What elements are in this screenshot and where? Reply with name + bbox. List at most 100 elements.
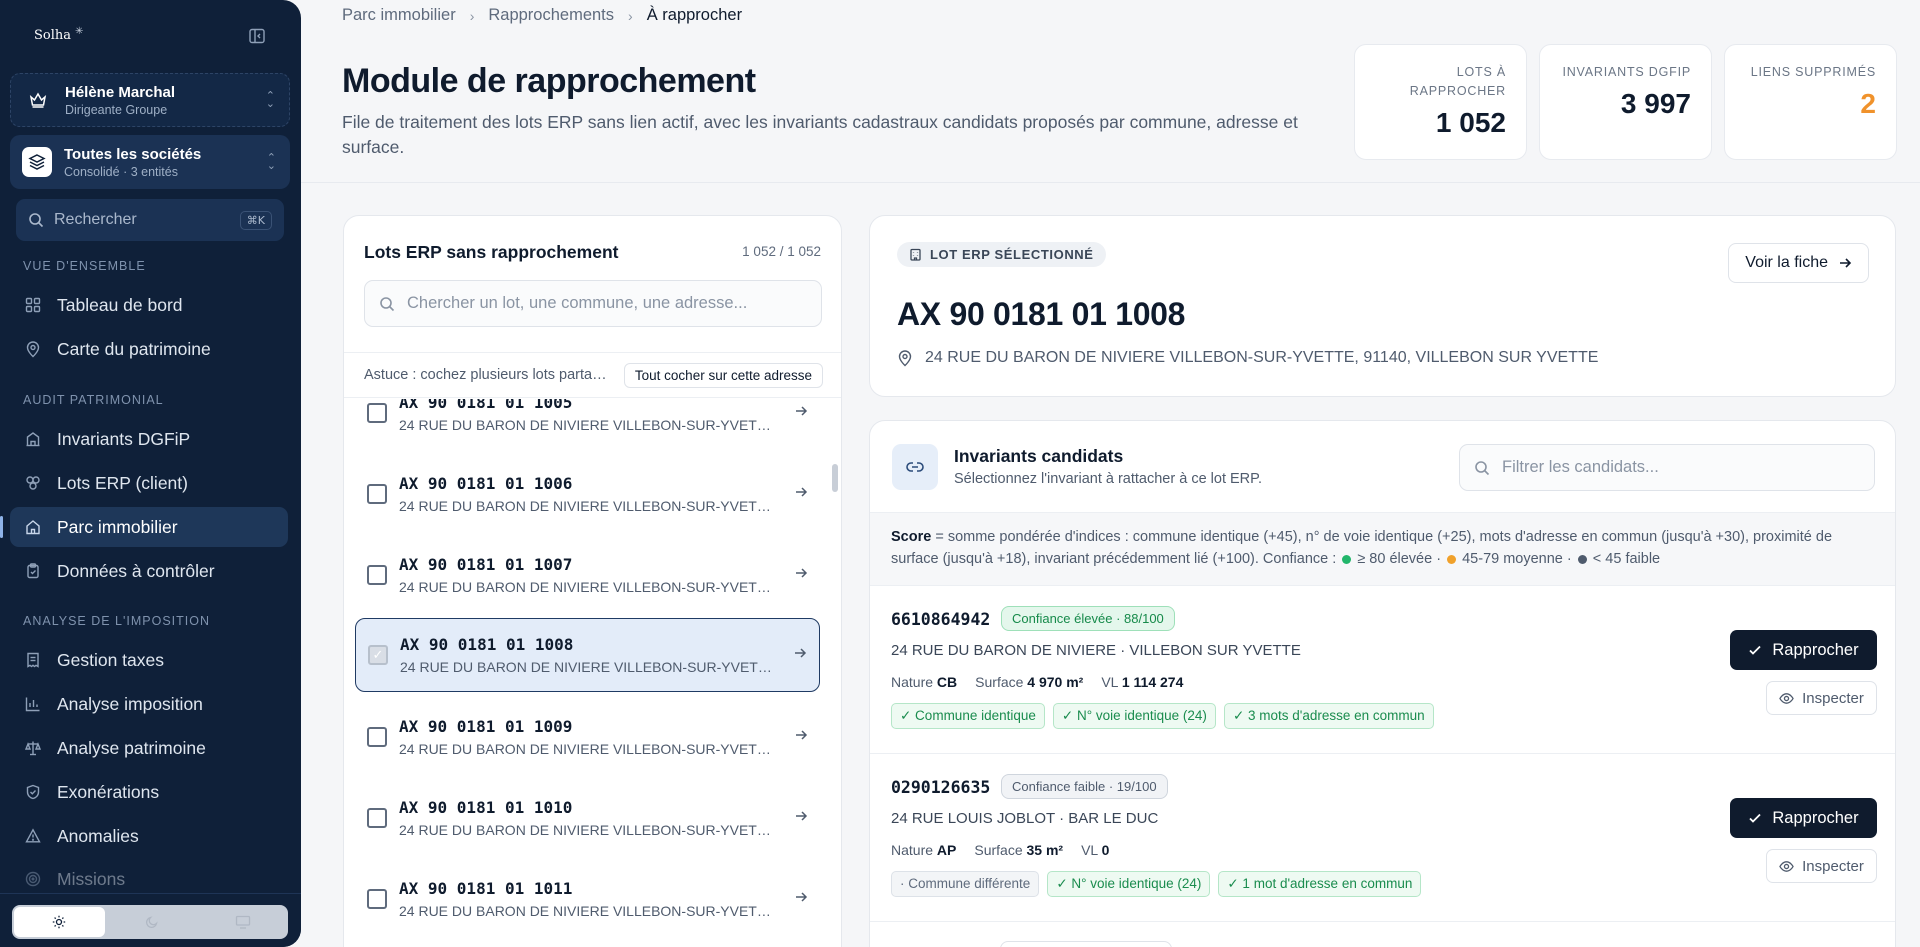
collapse-sidebar-icon[interactable] [248, 27, 270, 47]
blocks-icon [24, 474, 42, 492]
rapprocher-label: Rapprocher [1772, 808, 1859, 827]
nature-value: AP [936, 842, 957, 858]
page-title: Module de rapprochement [342, 62, 756, 100]
sidebar-item-analyse-patrimoine[interactable]: Analyse patrimoine [10, 728, 288, 768]
sidebar-item-label: Lots ERP (client) [57, 472, 188, 493]
breadcrumb-item[interactable]: Rapprochements [488, 6, 614, 25]
lot-checkbox[interactable] [367, 889, 387, 909]
legend-dot-high [1342, 555, 1352, 564]
lot-checkbox-checked[interactable]: ✓ [368, 645, 388, 665]
rapprocher-button[interactable]: Rapprocher [1730, 630, 1877, 670]
app-logo[interactable]: Solha ✳ [34, 26, 84, 43]
lot-checkbox[interactable] [367, 565, 387, 585]
surface-label: Surface [974, 842, 1023, 858]
candidates-filter-input[interactable]: Filtrer les candidats... [1459, 444, 1875, 491]
monitor-icon[interactable] [197, 905, 288, 939]
view-lot-label: Voir la fiche [1745, 254, 1828, 271]
stat-card-lots: Lots à rapprocher 1 052 [1354, 44, 1527, 160]
inspect-label: Inspecter [1802, 857, 1864, 875]
list-item-selected[interactable]: ✓ AX 90 0181 01 1008 24 RUE DU BARON DE … [355, 618, 820, 692]
inspect-button[interactable]: Inspecter [1766, 849, 1877, 883]
sidebar-item-gestion-taxes[interactable]: Gestion taxes [10, 640, 288, 680]
scale-icon [24, 739, 42, 757]
arrow-right-icon [793, 646, 807, 665]
org-switcher[interactable]: Toutes les sociétés Consolidé · 3 entité… [10, 135, 290, 189]
lot-checkbox[interactable] [367, 403, 387, 423]
clipboard-icon [24, 562, 42, 580]
list-item[interactable]: AX 90 0181 01 1006 24 RUE DU BARON DE NI… [355, 457, 820, 531]
home-icon [24, 518, 42, 536]
sidebar-item-data-control[interactable]: Données à contrôler [10, 551, 288, 591]
arrow-right-icon [794, 809, 808, 828]
lot-ref: AX 90 0181 01 1005 [399, 399, 573, 412]
sidebar-search[interactable]: Rechercher ⌘K [16, 199, 284, 241]
sidebar-item-analyse-imposition[interactable]: Analyse imposition [10, 684, 288, 724]
list-item[interactable]: AX 90 0181 01 1007 24 RUE DU BARON DE NI… [355, 538, 820, 612]
nature-label: Nature [891, 674, 934, 690]
sidebar-item-parc-immobilier[interactable]: Parc immobilier [0, 507, 288, 547]
legend-dot-low [1577, 555, 1587, 564]
sidebar-item-label: Gestion taxes [57, 649, 164, 670]
lots-scrollbar[interactable] [832, 464, 838, 492]
stat-value: 1 052 [1435, 107, 1506, 138]
lot-address: 24 RUE DU BARON DE NIVIERE VILLEBON-SUR-… [399, 498, 774, 514]
next-candidate-badge [1000, 941, 1172, 947]
sidebar-item-lots-erp[interactable]: Lots ERP (client) [10, 463, 288, 503]
lot-checkbox[interactable] [367, 808, 387, 828]
check-all-address-button[interactable]: Tout cocher sur cette adresse [623, 362, 823, 388]
sidebar-item-label: Missions [57, 868, 126, 889]
search-icon [1475, 460, 1490, 475]
sidebar-item-anomalies[interactable]: Anomalies [10, 816, 288, 856]
rapprocher-button[interactable]: Rapprocher [1730, 798, 1877, 838]
arrow-right-icon [794, 890, 808, 909]
chevrons-up-down-icon: ⌃ ⌄ [265, 90, 275, 110]
candidate-tags: · Commune différente ✓ N° voie identique… [891, 871, 1422, 897]
lot-checkbox[interactable] [367, 484, 387, 504]
candidate-row: 6610864942 Confiance élevée · 88/100 24 … [870, 586, 1895, 754]
search-icon [380, 296, 395, 311]
user-switcher[interactable]: Hélène Marchal Dirigeante Groupe ⌃ ⌄ [10, 73, 290, 127]
sidebar-item-label: Anomalies [57, 825, 139, 846]
list-item[interactable]: AX 90 0181 01 1005 24 RUE DU BARON DE NI… [355, 399, 820, 450]
tip-row: Astuce : cochez plusieurs lots partagean… [344, 352, 841, 398]
target-icon [24, 870, 42, 888]
view-lot-button[interactable]: Voir la fiche [1728, 243, 1869, 283]
lots-panel: Lots ERP sans rapprochement 1 052 / 1 05… [343, 215, 842, 947]
candidate-address: 24 RUE DU BARON DE NIVIERE · VILLEBON SU… [891, 642, 1301, 659]
legend-dot-medium [1447, 555, 1457, 564]
lot-ref: AX 90 0181 01 1009 [399, 717, 573, 736]
stat-value: 2 [1860, 88, 1876, 119]
header-divider [301, 182, 1920, 183]
list-item[interactable]: AX 90 0181 01 1009 24 RUE DU BARON DE NI… [355, 700, 820, 774]
sidebar-item-map[interactable]: Carte du patrimoine [10, 329, 288, 369]
lots-search-input[interactable]: Chercher un lot, une commune, une adress… [364, 280, 822, 327]
legend-medium: 45-79 moyenne [1462, 551, 1563, 567]
lot-checkbox[interactable] [367, 727, 387, 747]
lot-ref: AX 90 0181 01 1006 [399, 474, 573, 493]
lot-ref: AX 90 0181 01 1008 [400, 635, 574, 654]
sun-icon[interactable] [14, 907, 105, 937]
search-icon [29, 213, 44, 228]
sidebar-item-dashboard[interactable]: Tableau de bord [10, 285, 288, 325]
sidebar-item-exonerations[interactable]: Exonérations [10, 772, 288, 812]
logo-spark-icon: ✳ [75, 26, 84, 37]
list-item[interactable]: AX 90 0181 01 1011 24 RUE DU BARON DE NI… [355, 862, 820, 936]
stat-label: Invariants DGFiP [1562, 65, 1691, 79]
lots-list: AX 90 0181 01 1005 24 RUE DU BARON DE NI… [344, 399, 841, 947]
inspect-label: Inspecter [1802, 689, 1864, 707]
lot-address: 24 RUE DU BARON DE NIVIERE VILLEBON-SUR-… [399, 417, 774, 433]
inspect-button[interactable]: Inspecter [1766, 681, 1877, 715]
breadcrumb-item[interactable]: Parc immobilier [342, 6, 456, 25]
sidebar-item-invariants[interactable]: Invariants DGFiP [10, 419, 288, 459]
org-name: Toutes les sociétés [64, 145, 202, 163]
theme-switcher [12, 905, 288, 939]
stat-label: Lots à rapprocher [1409, 65, 1506, 98]
lot-ref: AX 90 0181 01 1007 [399, 555, 573, 574]
warning-icon [24, 827, 42, 845]
legend-high: ≥ 80 élevée [1357, 551, 1433, 567]
list-item[interactable]: AX 90 0181 01 1010 24 RUE DU BARON DE NI… [355, 781, 820, 855]
score-explanation: Score = somme pondérée d'indices : commu… [870, 512, 1895, 586]
moon-icon[interactable] [107, 905, 198, 939]
bar-chart-icon [24, 695, 42, 713]
check-icon [1749, 813, 1762, 823]
